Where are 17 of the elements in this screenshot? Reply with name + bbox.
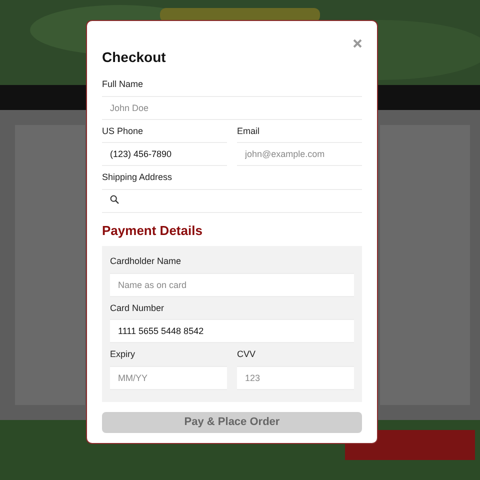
input-field[interactable]: 123 <box>237 366 354 390</box>
field-label: Cardholder Name <box>110 255 182 268</box>
input-field[interactable]: John Doe <box>102 96 362 120</box>
input-field[interactable]: Name as on card <box>110 272 354 296</box>
field-label: US Phone <box>102 124 144 138</box>
field-label: Full Name <box>102 78 144 91</box>
input-field[interactable]: (123) 456-7890 <box>102 142 227 166</box>
dialog-title: Checkout <box>102 48 166 67</box>
field-label: CVV <box>237 348 257 361</box>
field-label: Email <box>237 124 261 138</box>
input-field[interactable]: john@example.com <box>237 142 362 166</box>
input-field[interactable]: MM/YY <box>110 366 227 390</box>
input-field[interactable]: 1111 5655 5448 8542 <box>110 319 354 343</box>
section-heading: Payment Details <box>102 222 204 240</box>
field-label: Card Number <box>110 302 166 314</box>
field-label: Shipping Address <box>102 171 174 184</box>
field-label: Expiry <box>110 348 136 361</box>
